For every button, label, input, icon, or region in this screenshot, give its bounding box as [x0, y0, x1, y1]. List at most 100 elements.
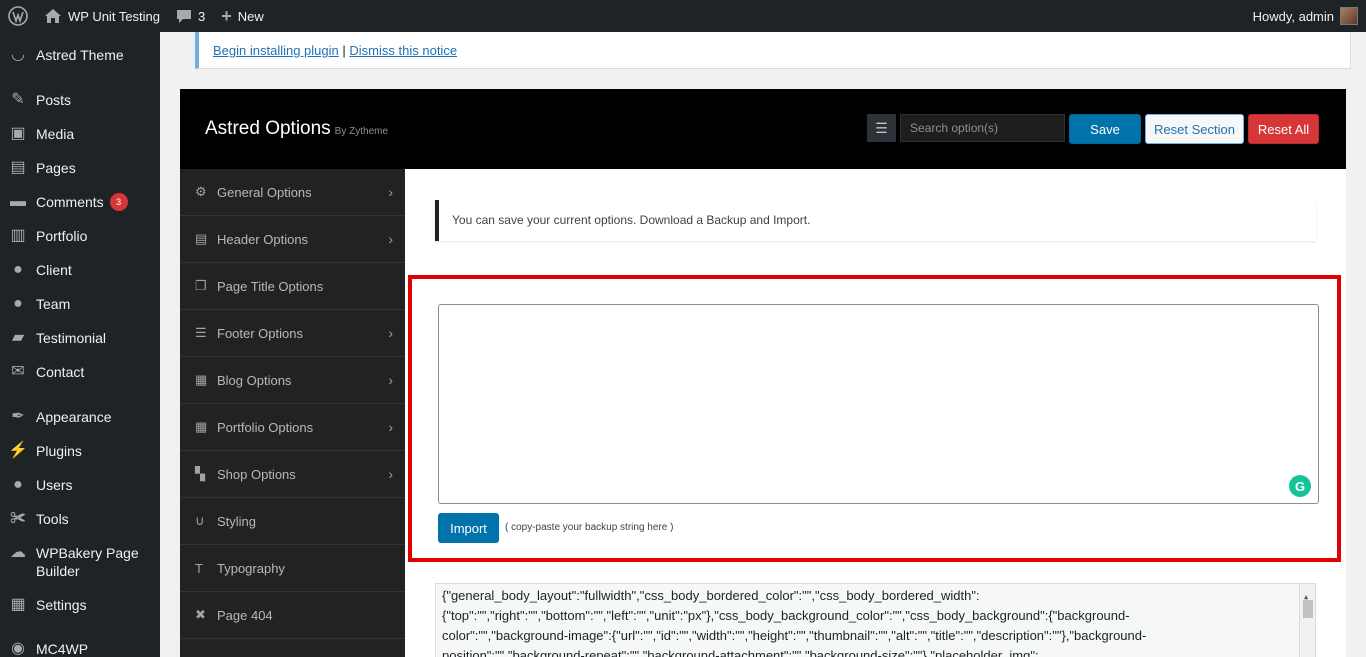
admin-sidebar: ◡ Astred Theme ✎ Posts ▣ Media ▤ Pages ▬ Comm… — [0, 32, 160, 657]
sidebar-item-plugins[interactable]: ⚡ Plugins — [0, 442, 160, 460]
chevron-right-icon: › — [388, 466, 393, 482]
sidebar-item-wpbakery[interactable]: ☁ WPBakery Page Builder — [0, 544, 160, 580]
search-options-input[interactable] — [900, 114, 1065, 142]
my-account[interactable]: Howdy, admin — [1245, 0, 1366, 32]
chevron-right-icon: › — [388, 372, 393, 388]
sidebar-item-testimonial[interactable]: ▰ Testimonial — [0, 329, 160, 347]
media-icon: ▣ — [10, 125, 26, 142]
sidebar-item-tools[interactable]: ✀ Tools — [0, 510, 160, 528]
typography-icon: T — [195, 560, 203, 576]
new-label: New — [237, 8, 264, 24]
testimonial-icon: ▰ — [11, 329, 25, 346]
nav-typography[interactable]: T Typography — [180, 545, 405, 592]
sidebar-item-portfolio[interactable]: ▥ Portfolio — [0, 227, 160, 245]
sidebar-item-pages[interactable]: ▤ Pages — [0, 159, 160, 177]
home-icon — [45, 9, 61, 23]
nav-blog-options[interactable]: ▦ Blog Options › — [180, 357, 405, 404]
export-line: {"general_body_layout":"fullwidth","css_… — [442, 588, 980, 603]
comment-icon: ▬ — [10, 193, 26, 210]
smile-icon: ◡ — [11, 46, 25, 63]
sidebar-item-team[interactable]: ● Team — [0, 295, 160, 313]
sidebar-item-contact[interactable]: ✉ Contact — [0, 363, 160, 381]
export-line: {"top":"","right":"","bottom":"","left":… — [442, 608, 1130, 623]
mc4wp-icon: ◉ — [11, 640, 25, 657]
options-title-text: Astred Options — [205, 118, 331, 139]
reset-all-button[interactable]: Reset All — [1248, 114, 1319, 144]
sidebar-item-users[interactable]: ● Users — [0, 476, 160, 494]
sidebar-item-comments[interactable]: ▬ Comments 3 — [0, 193, 160, 211]
cart-icon: ▚ — [195, 466, 205, 481]
sidebar-item-mc4wp[interactable]: ◉ MC4WP — [0, 640, 160, 657]
import-highlight-box: G Import ( copy-paste your backup string… — [408, 275, 1341, 562]
comments-badge: 3 — [109, 193, 128, 211]
new-content-link[interactable]: + New — [213, 0, 272, 32]
magnet-icon: ∪ — [195, 513, 205, 528]
site-name-link[interactable]: WP Unit Testing — [36, 0, 168, 32]
options-content: You can save your current options. Downl… — [405, 169, 1346, 657]
team-icon: ● — [13, 295, 23, 312]
info-notice: You can save your current options. Downl… — [435, 200, 1316, 241]
x-icon: ✖ — [195, 607, 206, 622]
nav-styling[interactable]: ∪ Styling — [180, 498, 405, 545]
scroll-thumb[interactable] — [1303, 600, 1313, 618]
client-icon: ● — [13, 261, 23, 278]
wordpress-icon — [8, 6, 28, 26]
brush-icon: ✒ — [11, 408, 25, 425]
sidebar-item-settings[interactable]: ▦ Settings — [0, 596, 160, 614]
chevron-right-icon: › — [388, 419, 393, 435]
export-scrollbar[interactable]: ▲ — [1299, 584, 1315, 657]
nav-shop-options[interactable]: ▚ Shop Options › — [180, 451, 405, 498]
import-button[interactable]: Import — [438, 513, 499, 543]
comments-link[interactable]: 3 — [168, 0, 213, 32]
dismiss-notice-link[interactable]: Dismiss this notice — [349, 43, 457, 58]
avatar — [1340, 7, 1358, 25]
header-icon: ▤ — [195, 231, 208, 246]
admin-bar: WP Unit Testing 3 + New Howdy, admin — [0, 0, 1366, 32]
grid-icon: ▦ — [195, 372, 208, 387]
plus-icon: + — [221, 5, 232, 26]
begin-installing-link[interactable]: Begin installing plugin — [213, 43, 339, 58]
plug-icon: ⚡ — [8, 442, 28, 459]
nav-footer-options[interactable]: ☰ Footer Options › — [180, 310, 405, 357]
chevron-right-icon: › — [388, 231, 393, 247]
pin-icon: ✎ — [11, 91, 25, 108]
nav-portfolio-options[interactable]: ▦ Portfolio Options › — [180, 404, 405, 451]
export-line: color":"","background-image":{"url":"","… — [442, 628, 1147, 643]
nav-general-options[interactable]: ⚙ General Options › — [180, 169, 405, 216]
export-string-box[interactable]: {"general_body_layout":"fullwidth","css_… — [435, 583, 1316, 657]
backup-string-textarea[interactable] — [438, 304, 1319, 504]
wordpress-logo[interactable] — [0, 0, 36, 32]
sidebar-item-client[interactable]: ● Client — [0, 261, 160, 279]
grid-icon: ▦ — [195, 419, 208, 434]
footer-icon: ☰ — [195, 325, 207, 340]
sidebar-item-media[interactable]: ▣ Media — [0, 125, 160, 143]
plugin-notice: Begin installing plugin | Dismiss this n… — [195, 32, 1351, 69]
settings-icon: ▦ — [10, 596, 26, 613]
grammarly-icon[interactable]: G — [1289, 475, 1311, 497]
nav-page-title-options[interactable]: ❐ Page Title Options — [180, 263, 405, 310]
comments-count: 3 — [198, 8, 206, 24]
pages-icon: ▤ — [10, 159, 26, 176]
save-button[interactable]: Save — [1069, 114, 1141, 144]
expand-toggle-button[interactable]: ☰ — [867, 114, 896, 142]
nav-header-options[interactable]: ▤ Header Options › — [180, 216, 405, 263]
nav-page-404[interactable]: ✖ Page 404 — [180, 592, 405, 639]
reset-section-button[interactable]: Reset Section — [1145, 114, 1244, 144]
copy-icon: ❐ — [195, 278, 207, 293]
sidebar-item-posts[interactable]: ✎ Posts — [0, 91, 160, 109]
chevron-right-icon: › — [388, 325, 393, 341]
options-nav: ⚙ General Options › ▤ Header Options › ❐ Page… — [180, 169, 405, 657]
chevron-right-icon: › — [388, 184, 393, 200]
wrench-icon: ✀ — [10, 510, 26, 527]
options-title: Astred Options By Zytheme — [205, 118, 388, 140]
gears-icon: ⚙ — [195, 184, 207, 199]
import-hint: ( copy-paste your backup string here ) — [505, 522, 674, 533]
sidebar-item-appearance[interactable]: ✒ Appearance — [0, 408, 160, 426]
howdy-text: Howdy, admin — [1252, 8, 1334, 24]
comment-icon — [177, 9, 192, 23]
mail-icon: ✉ — [11, 363, 25, 380]
wpbakery-icon: ☁ — [10, 544, 26, 561]
options-by: By Zytheme — [334, 126, 389, 137]
sidebar-item-astred-theme[interactable]: ◡ Astred Theme — [0, 46, 160, 64]
notice-separator: | — [342, 43, 346, 58]
